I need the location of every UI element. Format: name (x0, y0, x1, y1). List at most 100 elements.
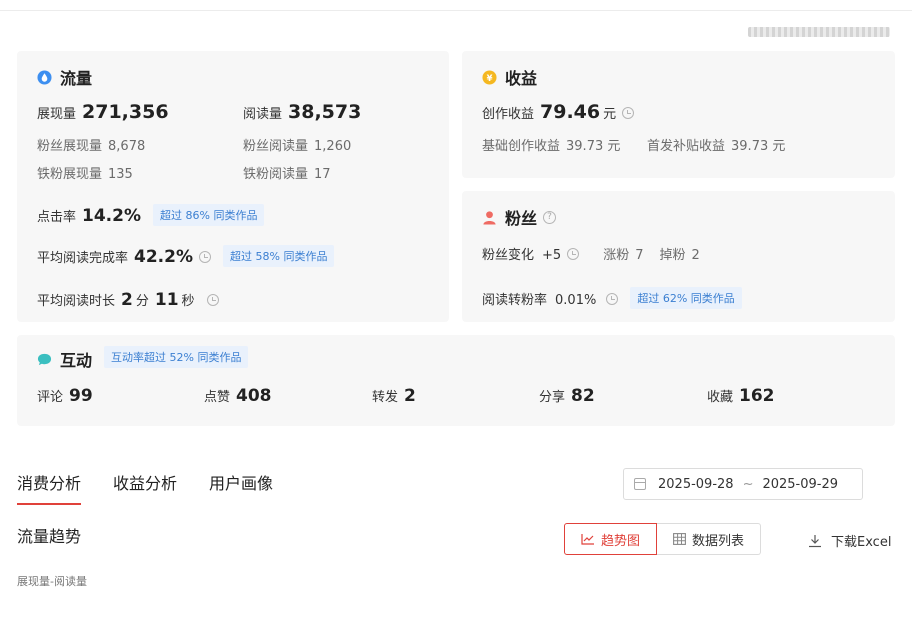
interaction-likes-value: 408 (236, 386, 272, 406)
ctr-value: 14.2% (82, 206, 141, 226)
duration-seconds-unit: 秒 (181, 294, 195, 309)
date-end[interactable]: 2025-09-29 (762, 477, 838, 492)
duration-label: 平均阅读时长 (37, 294, 116, 309)
ctr-row: 点击率 14.2% 超过 86% 同类作品 (37, 204, 265, 228)
interaction-comments-label: 评论 (37, 390, 64, 405)
creation-earnings-row: 创作收益 79.46 元 (482, 101, 635, 123)
fan-loss-label: 掉粉 (659, 248, 686, 263)
fan-loss-value: 2 (691, 248, 700, 263)
clock-icon[interactable] (199, 251, 211, 263)
iron-fan-reads-label: 铁粉阅读量 (243, 167, 309, 182)
creation-earnings-label: 创作收益 (482, 107, 535, 122)
subsidy-earnings-label: 首发补贴收益 (647, 139, 726, 154)
chat-bubble-icon (37, 353, 52, 365)
help-icon[interactable]: ? (543, 210, 557, 224)
top-divider (0, 10, 912, 11)
interaction-item: 分享 82 (539, 386, 595, 406)
date-start[interactable]: 2025-09-28 (658, 477, 734, 492)
traffic-title: 流量 (37, 65, 92, 89)
fan-reads-value: 1,260 (314, 139, 352, 154)
tab-earnings-analysis[interactable]: 收益分析 (113, 470, 177, 505)
clock-icon[interactable] (606, 293, 619, 305)
data-table-button[interactable]: 数据列表 (657, 523, 762, 555)
creation-earnings-value: 79.46 (540, 101, 601, 123)
basic-earnings-value: 39.73 元 (566, 139, 621, 154)
reads-label: 阅读量 (243, 107, 283, 122)
fan-impressions-value: 8,678 (108, 139, 146, 154)
interaction-shares-value: 82 (571, 386, 595, 406)
ctr-label: 点击率 (37, 210, 77, 225)
interaction-item: 评论 99 (37, 386, 93, 406)
basic-earnings-row: 基础创作收益 39.73 元 (482, 135, 620, 154)
interaction-reposts-label: 转发 (372, 390, 399, 405)
user-icon (483, 210, 496, 225)
date-separator: ~ (742, 476, 754, 492)
ctr-badge: 超过 86% 同类作品 (153, 204, 265, 226)
svg-text:¥: ¥ (487, 72, 493, 82)
interaction-item: 转发 2 (372, 386, 416, 406)
fan-gain-value: 7 (635, 248, 644, 263)
water-drop-icon (37, 69, 52, 85)
subsidy-earnings-value: 39.73 元 (731, 139, 786, 154)
interaction-item: 收藏 162 (707, 386, 775, 406)
analysis-tabs: 消费分析 收益分析 用户画像 (17, 470, 305, 505)
fan-reads-label: 粉丝阅读量 (243, 139, 309, 154)
reads-row: 阅读量 38,573 (243, 101, 361, 123)
fan-gain-label: 涨粉 (603, 248, 630, 263)
coin-icon: ¥ (482, 69, 497, 85)
impressions-label: 展现量 (37, 107, 77, 122)
blurred-account-label (748, 27, 890, 37)
tab-consumption-analysis[interactable]: 消费分析 (17, 470, 82, 505)
fans-card: 粉丝 ? 粉丝变化 +5 涨粉 7 掉粉 2 阅读转粉率 0.01% 超过 62… (462, 191, 895, 322)
duration-seconds: 11 (154, 290, 179, 310)
subsidy-earnings-row: 首发补贴收益 39.73 元 (647, 135, 785, 154)
interaction-comments-value: 99 (69, 386, 93, 406)
earnings-card: ¥ 收益 创作收益 79.46 元 基础创作收益 39.73 元 首发补贴收益 … (462, 51, 895, 178)
calendar-icon (634, 478, 646, 490)
fan-impressions-label: 粉丝展现量 (37, 139, 103, 154)
trend-line-icon (581, 534, 594, 545)
trend-title: 流量趋势 (17, 527, 82, 546)
conversion-badge: 超过 62% 同类作品 (630, 287, 742, 309)
interaction-card: 互动 互动率超过 52% 同类作品 评论 99 点赞 408 转发 2 分享 8… (17, 335, 895, 426)
fan-reads-row: 粉丝阅读量 1,260 (243, 135, 351, 154)
iron-fan-impressions-label: 铁粉展现量 (37, 167, 103, 182)
conversion-value: 0.01% (555, 293, 597, 308)
impressions-value: 271,356 (82, 101, 169, 123)
fan-change-label: 粉丝变化 (482, 248, 535, 263)
clock-icon[interactable] (567, 248, 580, 260)
interaction-reposts-value: 2 (404, 386, 416, 406)
tab-user-profile[interactable]: 用户画像 (209, 470, 273, 505)
conversion-row: 阅读转粉率 0.01% 超过 62% 同类作品 (482, 287, 742, 311)
table-icon (673, 533, 686, 545)
clock-icon[interactable] (206, 294, 219, 306)
interaction-favorites-value: 162 (739, 386, 775, 406)
interaction-item: 点赞 408 (204, 386, 272, 406)
download-excel-button[interactable]: 下载Excel (808, 531, 891, 550)
date-range-picker[interactable]: 2025-09-28 ~ 2025-09-29 (623, 468, 863, 500)
duration-minutes: 2 (121, 290, 133, 310)
clock-icon[interactable] (622, 107, 635, 119)
traffic-card: 流量 展现量 271,356 阅读量 38,573 粉丝展现量 8,678 粉丝… (17, 51, 449, 322)
iron-fan-impressions-row: 铁粉展现量 135 (37, 163, 133, 182)
earnings-title: ¥ 收益 (482, 65, 537, 89)
download-icon (809, 534, 821, 547)
interaction-title: 互动 互动率超过 52% 同类作品 (37, 346, 249, 371)
conversion-label: 阅读转粉率 (482, 293, 548, 308)
completion-badge: 超过 58% 同类作品 (223, 245, 335, 267)
fans-title: 粉丝 ? (482, 205, 557, 229)
completion-row: 平均阅读完成率 42.2% 超过 58% 同类作品 (37, 245, 335, 269)
reads-value: 38,573 (288, 101, 362, 123)
trend-chart-button[interactable]: 趋势图 (564, 523, 658, 555)
interaction-favorites-label: 收藏 (707, 390, 734, 405)
duration-minutes-unit: 分 (135, 294, 149, 309)
iron-fan-reads-value: 17 (314, 167, 331, 182)
basic-earnings-label: 基础创作收益 (482, 139, 561, 154)
completion-label: 平均阅读完成率 (37, 251, 129, 266)
fan-change-value: +5 (542, 248, 562, 263)
interaction-badge: 互动率超过 52% 同类作品 (104, 346, 249, 368)
interaction-shares-label: 分享 (539, 390, 566, 405)
creation-earnings-unit: 元 (603, 107, 617, 122)
iron-fan-impressions-value: 135 (108, 167, 133, 182)
fan-impressions-row: 粉丝展现量 8,678 (37, 135, 145, 154)
